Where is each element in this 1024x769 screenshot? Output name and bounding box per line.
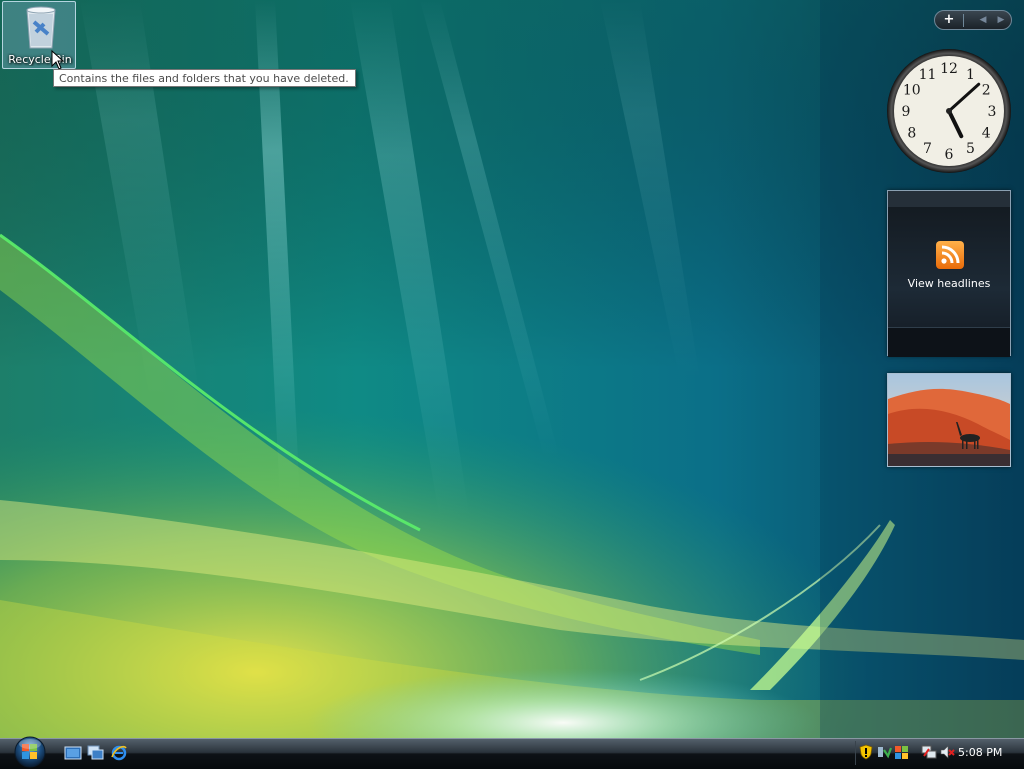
clock-number: 2 [982,83,991,99]
internet-explorer-icon[interactable] [110,745,128,761]
desktop-icon-label: Recycle Bin [8,53,72,66]
clock-number: 9 [902,104,911,120]
slideshow-image [888,374,1010,466]
mouse-cursor-icon [51,50,65,70]
clock-number: 6 [945,147,954,163]
gadget-header [888,191,1010,207]
tray-divider [855,741,856,765]
rss-icon [936,241,964,269]
view-headlines-label: View headlines [907,277,991,290]
tooltip: Contains the files and folders that you … [53,69,356,87]
clock-gadget[interactable]: 12 12 3 45678 9 1011 [886,48,1012,174]
security-shield-icon[interactable] [858,744,874,760]
recycle-bin-icon [26,6,56,49]
switch-windows-icon[interactable] [87,745,105,761]
sidebar-controls: + ◀ ▶ [934,10,1012,30]
taskbar-clock[interactable]: 5:08 PM [958,745,1018,761]
desktop-wallpaper [0,0,1024,738]
network-icon[interactable] [921,744,937,760]
gadget-footer [888,327,1010,357]
show-desktop-icon[interactable] [64,745,82,761]
add-gadget-button[interactable]: + [937,11,961,29]
flag-icon[interactable] [893,744,909,760]
windows-update-icon[interactable] [876,744,892,760]
clock-number: 4 [982,126,991,142]
clock-number: 11 [919,67,937,83]
clock-number: 1 [966,67,975,83]
next-page-button[interactable]: ▶ [989,11,1013,29]
start-button[interactable] [8,733,52,768]
clock-number: 3 [988,104,997,120]
clock-number: 5 [966,141,975,157]
slideshow-gadget[interactable] [887,373,1011,467]
divider [963,14,964,27]
clock-number: 10 [903,83,921,99]
clock-number: 12 [940,61,958,77]
clock-number: 8 [907,126,916,142]
volume-muted-icon[interactable] [939,744,955,760]
clock-number: 7 [923,141,932,157]
feed-headlines-gadget[interactable]: View headlines [887,190,1011,357]
